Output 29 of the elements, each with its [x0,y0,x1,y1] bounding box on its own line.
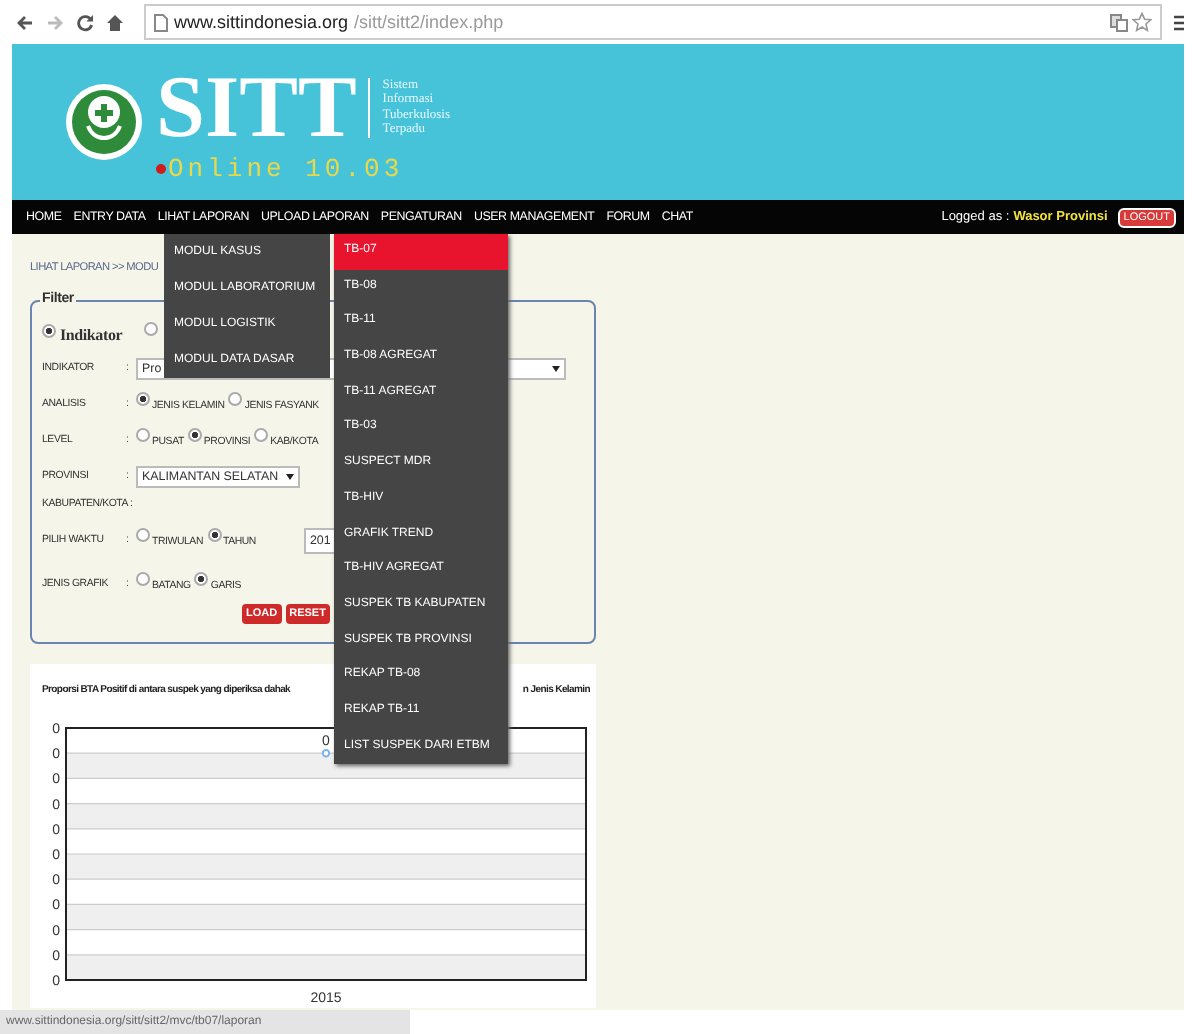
url-field[interactable]: www.sittindonesia.org /sitt/sitt2/index.php [144,4,1162,40]
data-point [321,749,331,758]
radio-button[interactable] [136,527,150,541]
radio-button[interactable] [228,391,243,405]
radio-button[interactable] [207,527,221,541]
reload-icon[interactable] [76,13,94,31]
radio-button[interactable] [42,323,56,337]
radio-button[interactable] [254,427,269,441]
radio-button[interactable] [144,321,159,335]
caret-icon [552,365,560,371]
version-text: Online 10.03 [168,153,404,183]
translate-icon[interactable] [1110,13,1128,31]
url-path-text: /sitt/sitt2/index.php [354,12,506,32]
radio-button[interactable] [194,571,209,585]
radio-button[interactable] [136,571,150,585]
page-icon [154,13,168,31]
radio-button[interactable] [136,427,150,441]
menu-icon[interactable] [1174,13,1184,31]
radio-button[interactable] [187,427,202,441]
caret-icon [286,473,294,479]
home-icon[interactable] [106,13,124,31]
logo-drawing [64,82,144,162]
url-host-text: www.sittindonesia.org [174,12,349,32]
back-icon[interactable] [16,13,34,31]
status-dot [156,163,166,173]
star-icon[interactable] [1132,12,1152,32]
radio-label: Indikator [60,325,123,343]
radio-button[interactable] [136,391,150,405]
app-title: SITT [156,61,357,153]
